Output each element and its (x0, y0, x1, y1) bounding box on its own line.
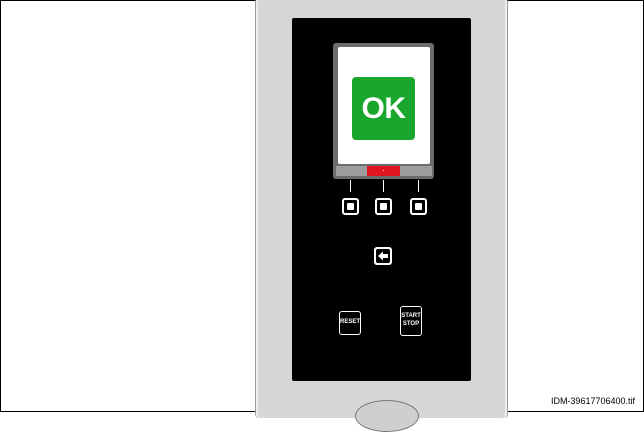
softkey-line-left (350, 180, 351, 192)
softkey-button-left[interactable] (342, 198, 359, 215)
square-icon (380, 203, 387, 210)
image-caption: IDM-39617706400.tif (550, 396, 635, 406)
softkey-line-right (418, 180, 419, 192)
stop-label: STOP (402, 321, 420, 327)
start-label: START (401, 313, 421, 319)
softkey-bar-right (400, 166, 432, 176)
square-icon (347, 203, 354, 210)
reset-button[interactable]: RESET (339, 311, 361, 335)
arrow-left-icon (376, 249, 390, 263)
reset-label: RESET (340, 319, 361, 325)
ok-status-text: OK (361, 92, 407, 125)
softkey-bar-left (336, 166, 367, 176)
control-knob[interactable] (355, 400, 419, 432)
softkey-button-right[interactable] (410, 198, 427, 215)
square-icon (415, 203, 422, 210)
start-stop-button[interactable]: START STOP (400, 306, 422, 336)
softkey-indicator: ▪ (382, 168, 385, 174)
softkey-line-middle (383, 180, 384, 192)
softkey-button-middle[interactable] (375, 198, 392, 215)
back-button[interactable] (374, 247, 392, 265)
